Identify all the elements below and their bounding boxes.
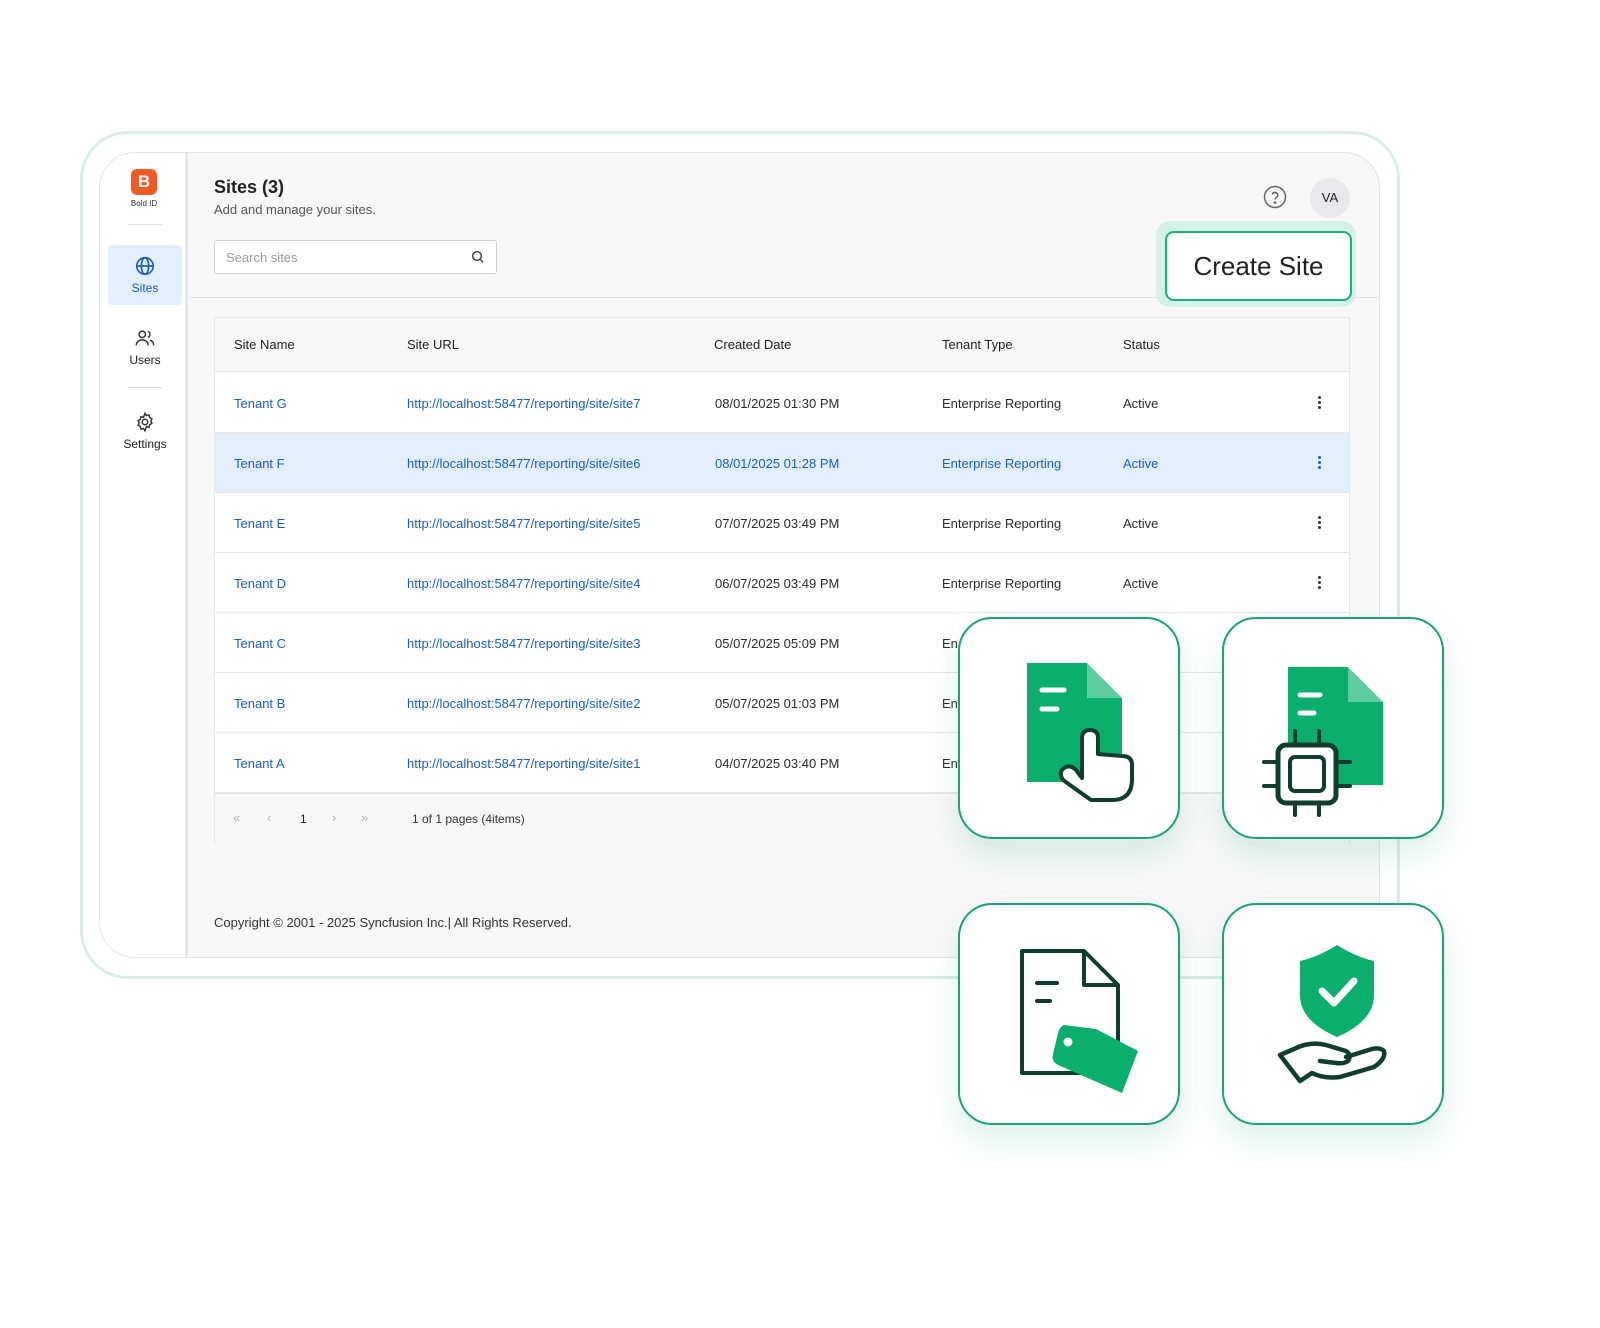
created-date: 06/07/2025 03:49 PM	[715, 576, 840, 591]
created-date: 04/07/2025 03:40 PM	[715, 756, 840, 771]
sidebar-item-label: Settings	[123, 437, 167, 451]
avatar[interactable]: VA	[1310, 178, 1350, 218]
feature-card-document-chip	[1222, 617, 1444, 839]
column-header-status[interactable]: Status	[1123, 337, 1160, 352]
first-page-button[interactable]: «	[233, 810, 240, 825]
table-row[interactable]: Tenant D http://localhost:58477/reportin…	[215, 553, 1349, 613]
created-date: 08/01/2025 01:28 PM	[715, 456, 840, 471]
status-text: Active	[1123, 396, 1159, 411]
site-name-link[interactable]: Tenant B	[234, 696, 285, 711]
status-text: Active	[1123, 516, 1159, 531]
column-header-created-date[interactable]: Created Date	[714, 337, 791, 352]
created-date: 05/07/2025 01:03 PM	[715, 696, 840, 711]
sidebar-item-sites[interactable]: Sites	[108, 245, 182, 305]
tenant-type: Enterprise Reporting	[942, 516, 1062, 531]
document-chip-icon	[1262, 667, 1383, 817]
site-name-link[interactable]: Tenant G	[234, 396, 287, 411]
page-number[interactable]: 1	[300, 812, 307, 826]
site-name-link[interactable]: Tenant A	[234, 756, 285, 771]
more-options-icon[interactable]	[1313, 574, 1325, 592]
next-page-button[interactable]: ›	[332, 810, 336, 825]
site-name-link[interactable]: Tenant F	[234, 456, 285, 471]
site-url-link[interactable]: http://localhost:58477/reporting/site/si…	[407, 636, 640, 651]
document-tap-icon	[1027, 663, 1134, 802]
page-subtitle: Add and manage your sites.	[214, 202, 376, 217]
logo-mark: B	[131, 169, 157, 195]
site-name-link[interactable]: Tenant D	[234, 576, 286, 591]
site-name-link[interactable]: Tenant C	[234, 636, 286, 651]
site-url-link[interactable]: http://localhost:58477/reporting/site/si…	[407, 756, 640, 771]
sidebar-divider	[128, 387, 162, 388]
site-url-link[interactable]: http://localhost:58477/reporting/site/si…	[407, 576, 640, 591]
last-page-button[interactable]: »	[361, 810, 368, 825]
column-header-site-name[interactable]: Site Name	[234, 337, 295, 352]
logo-text: Bold ID	[130, 199, 158, 208]
sidebar-divider	[128, 224, 162, 225]
table-row[interactable]: Tenant E http://localhost:58477/reportin…	[215, 493, 1349, 553]
sidebar-item-users[interactable]: Users	[108, 317, 182, 377]
table-row[interactable]: Tenant G http://localhost:58477/reportin…	[215, 373, 1349, 433]
feature-card-shield-hand	[1222, 903, 1444, 1125]
shield-hand-icon	[1277, 945, 1387, 1084]
document-tag-icon	[1020, 949, 1138, 1093]
created-date: 05/07/2025 05:09 PM	[715, 636, 840, 651]
feature-card-document-tag	[958, 903, 1180, 1125]
feature-card-document-tap	[958, 617, 1180, 839]
tenant-type: Enterprise Reporting	[942, 576, 1062, 591]
site-url-link[interactable]: http://localhost:58477/reporting/site/si…	[407, 396, 640, 411]
status-text: Active	[1123, 456, 1159, 471]
gear-icon	[137, 411, 153, 433]
logo[interactable]: B Bold ID	[122, 169, 166, 208]
page-title: Sites (3)	[214, 177, 285, 197]
sidebar: B Bold ID Sites Users Settings	[100, 153, 188, 957]
users-icon	[135, 330, 155, 346]
search-icon[interactable]	[470, 249, 486, 265]
search-input[interactable]	[215, 241, 455, 273]
create-site-button[interactable]: Create Site	[1165, 231, 1352, 301]
table-row[interactable]: Tenant F http://localhost:58477/reportin…	[215, 433, 1349, 493]
app-window: B Bold ID Sites Users Settings Sites (3)…	[99, 152, 1380, 958]
more-options-icon[interactable]	[1313, 454, 1325, 472]
site-name-link[interactable]: Tenant E	[234, 516, 285, 531]
column-header-tenant-type[interactable]: Tenant Type	[942, 337, 1013, 352]
table-header: Site Name Site URL Created Date Tenant T…	[215, 318, 1349, 372]
previous-page-button[interactable]: ‹	[267, 810, 271, 825]
created-date: 08/01/2025 01:30 PM	[715, 396, 840, 411]
site-url-link[interactable]: http://localhost:58477/reporting/site/si…	[407, 456, 640, 471]
sidebar-item-settings[interactable]: Settings	[108, 401, 182, 461]
tenant-type: En	[942, 636, 958, 651]
pager-info: 1 of 1 pages (4items)	[412, 812, 525, 826]
copyright-text: Copyright © 2001 - 2025 Syncfusion Inc.|…	[214, 915, 572, 930]
more-options-icon[interactable]	[1313, 394, 1325, 412]
search-box	[214, 240, 497, 274]
site-url-link[interactable]: http://localhost:58477/reporting/site/si…	[407, 696, 640, 711]
site-url-link[interactable]: http://localhost:58477/reporting/site/si…	[407, 516, 640, 531]
globe-icon	[135, 256, 155, 276]
sidebar-item-label: Users	[129, 353, 161, 367]
column-header-site-url[interactable]: Site URL	[407, 337, 459, 352]
created-date: 07/07/2025 03:49 PM	[715, 516, 840, 531]
sidebar-item-label: Sites	[131, 281, 159, 295]
more-options-icon[interactable]	[1313, 514, 1325, 532]
tenant-type: En	[942, 756, 958, 771]
tenant-type: Enterprise Reporting	[942, 396, 1062, 411]
help-icon[interactable]	[1263, 185, 1287, 209]
tenant-type: Enterprise Reporting	[942, 456, 1062, 471]
status-text: Active	[1123, 576, 1159, 591]
tenant-type: En	[942, 696, 958, 711]
